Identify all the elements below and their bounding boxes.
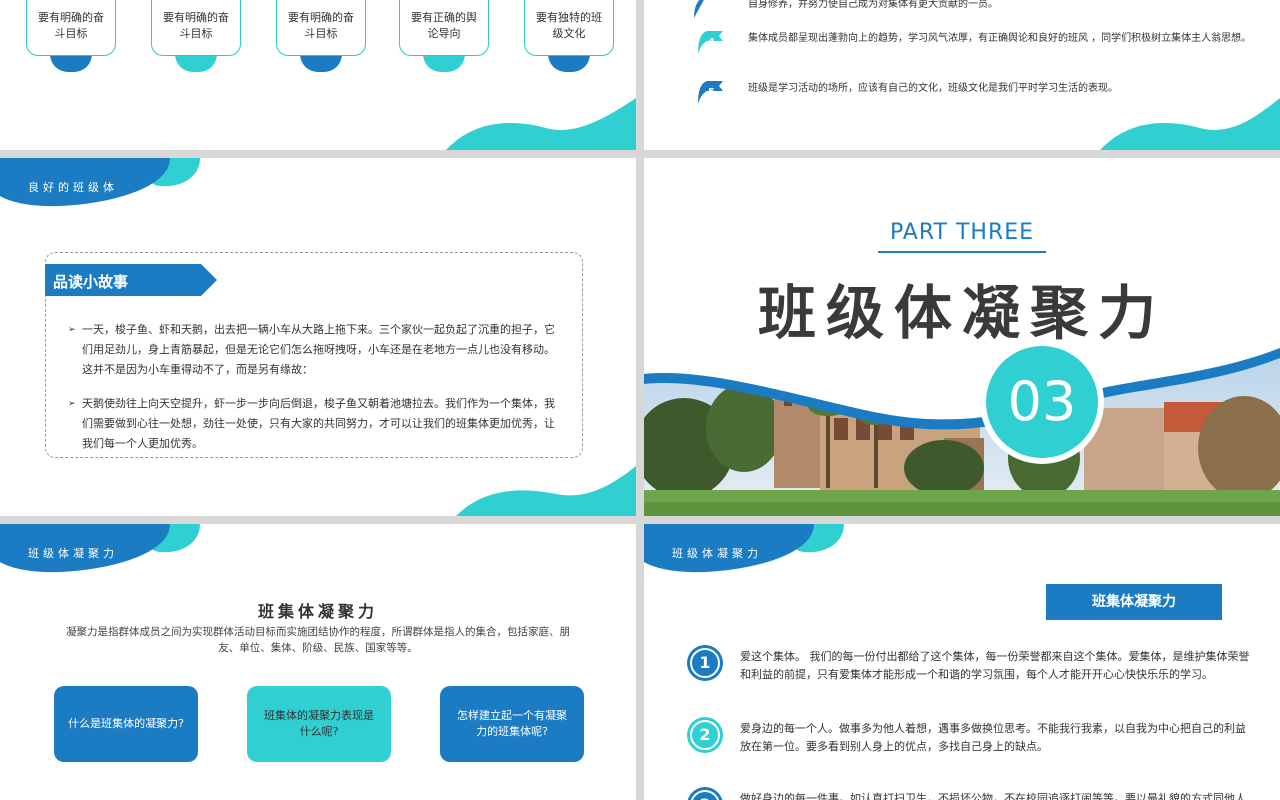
card-tab <box>300 54 342 72</box>
corner-wave <box>446 98 636 150</box>
bullet-arrow-icon: ➢ <box>68 399 76 409</box>
slide-description: 凝聚力是指群体成员之间为实现群体活动目标而实施团结协作的程度，所谓群体是指人的集… <box>66 626 570 654</box>
bullet-arrow-icon: ➢ <box>68 325 76 335</box>
corner-wave <box>456 466 636 516</box>
item-number: 5 <box>708 87 715 98</box>
goal-card-text: 要有明确的奋斗目标 <box>26 0 116 56</box>
slide-story[interactable]: 良好的班级体 品读小故事 ➢ 一天，梭子鱼、虾和天鹅，出去把一辆小车从大路上拖下… <box>0 158 636 516</box>
section-title: 良好的班级体 <box>28 181 118 194</box>
slide-grid: 要有明确的奋斗目标 要有明确的奋斗目标 要有明确的奋斗目标 要有正确的舆论导向 … <box>0 0 1280 800</box>
trait-item-3: 自身修养，并努力使自己成为对集体有更大贡献的一员。 <box>684 0 1264 18</box>
corner-wave <box>1100 98 1280 150</box>
goal-card-2: 要有明确的奋斗目标 <box>151 0 241 72</box>
trait-item-5: 5 班级是学习活动的场所，应该有自己的文化，班级文化是我们平时学习生活的表现。 <box>684 80 1264 104</box>
paragraph-text: 一天，梭子鱼、虾和天鹅，出去把一辆小车从大路上拖下来。三个家伙一起负起了沉重的担… <box>82 323 555 376</box>
goal-card-4: 要有正确的舆论导向 <box>399 0 489 72</box>
point-text: 做好身边的每一件事。如认真打扫卫生，不损坏公物，不在校园追逐打闹等等。要以最礼貌… <box>740 792 1246 800</box>
card-tab <box>50 54 92 72</box>
story-paragraph-2: ➢ 天鹅使劲往上向天空提升，虾一步一步向后倒退，梭子鱼又朝着池塘拉去。我们作为一… <box>68 394 562 454</box>
point-row-1: 1 爱这个集体。 我们的每一份付出都给了这个集体，每一份荣誉都来自这个集体。爱集… <box>687 645 1250 684</box>
point-number: 2 <box>690 720 720 750</box>
section-title: 班级体凝聚力 <box>672 547 762 560</box>
goal-card-5: 要有独特的班级文化 <box>524 0 614 72</box>
slide-goals[interactable]: 要有明确的奋斗目标 要有明确的奋斗目标 要有明确的奋斗目标 要有正确的舆论导向 … <box>0 0 636 150</box>
goal-card-text: 要有正确的舆论导向 <box>399 0 489 56</box>
slide-traits[interactable]: 自身修养，并努力使自己成为对集体有更大贡献的一员。 4 集体成员都呈现出蓬勃向上… <box>644 0 1280 150</box>
point-text: 爱身边的每一个人。做事多为他人着想，遇事多做换位思考。不能我行我素，以自我为中心… <box>740 722 1246 753</box>
question-box-3[interactable]: 怎样建立起一个有凝聚力的班集体呢? <box>440 686 584 762</box>
card-tab <box>175 54 217 72</box>
section-number: 03 <box>986 346 1098 458</box>
story-tag-label: 品读小故事 <box>53 273 129 291</box>
part-label: PART THREE <box>889 220 1035 245</box>
goal-card-text: 要有明确的奋斗目标 <box>276 0 366 56</box>
slide-cohesion-intro[interactable]: 班级体凝聚力 班集体凝聚力 凝聚力是指群体成员之间为实现群体活动目标而实施团结协… <box>0 524 636 800</box>
card-tab <box>423 54 465 72</box>
question-box-1[interactable]: 什么是班集体的凝聚力? <box>54 686 198 762</box>
point-row-2: 2 爱身边的每一个人。做事多为他人着想，遇事多做换位思考。不能我行我素，以自我为… <box>687 717 1250 756</box>
point-row-3: 3 做好身边的每一件事。如认真打扫卫生，不损坏公物，不在校园追逐打闹等等。要以最… <box>687 787 1250 800</box>
goal-card-1: 要有明确的奋斗目标 <box>26 0 116 72</box>
point-text: 爱这个集体。 我们的每一份付出都给了这个集体，每一份荣誉都来自这个集体。爱集体，… <box>740 650 1250 681</box>
section-title: 班级体凝聚力 <box>28 547 118 560</box>
slide-heading: 班集体凝聚力 <box>257 602 378 621</box>
goal-card-text: 要有明确的奋斗目标 <box>151 0 241 56</box>
part-underline <box>878 251 1046 253</box>
campus-photo <box>644 348 1280 516</box>
goal-card-3: 要有明确的奋斗目标 <box>276 0 366 72</box>
trait-text: 集体成员都呈现出蓬勃向上的趋势，学习风气浓厚，有正确舆论和良好的班风 ，同学们积… <box>748 33 1252 44</box>
item-marker <box>694 0 704 18</box>
card-tab <box>548 54 590 72</box>
section-number-badge: 03 <box>980 340 1104 464</box>
slide-part-three[interactable]: PART THREE 班级体凝聚力 03 <box>644 158 1280 516</box>
goal-card-text: 要有独特的班级文化 <box>524 0 614 56</box>
story-paragraph-1: ➢ 一天，梭子鱼、虾和天鹅，出去把一辆小车从大路上拖下来。三个家伙一起负起了沉重… <box>68 320 562 380</box>
trait-text: 自身修养，并努力使自己成为对集体有更大贡献的一员。 <box>748 0 998 10</box>
point-number: 1 <box>690 648 720 678</box>
paragraph-text: 天鹅使劲往上向天空提升，虾一步一步向后倒退，梭子鱼又朝着池塘拉去。我们作为一个集… <box>82 397 555 450</box>
slide-cohesion-detail[interactable]: 班级体凝聚力 班集体凝聚力 1 爱这个集体。 我们的每一份付出都给了这个集体，每… <box>644 524 1280 800</box>
question-box-2[interactable]: 班集体的凝聚力表现是什么呢? <box>247 686 391 762</box>
trait-item-4: 4 集体成员都呈现出蓬勃向上的趋势，学习风气浓厚，有正确舆论和良好的班风 ，同学… <box>684 30 1264 54</box>
part-title: 班级体凝聚力 <box>757 279 1166 347</box>
trait-text: 班级是学习活动的场所，应该有自己的文化，班级文化是我们平时学习生活的表现。 <box>748 83 1118 94</box>
item-number: 4 <box>708 37 715 48</box>
slide-tag: 班集体凝聚力 <box>1046 584 1222 620</box>
